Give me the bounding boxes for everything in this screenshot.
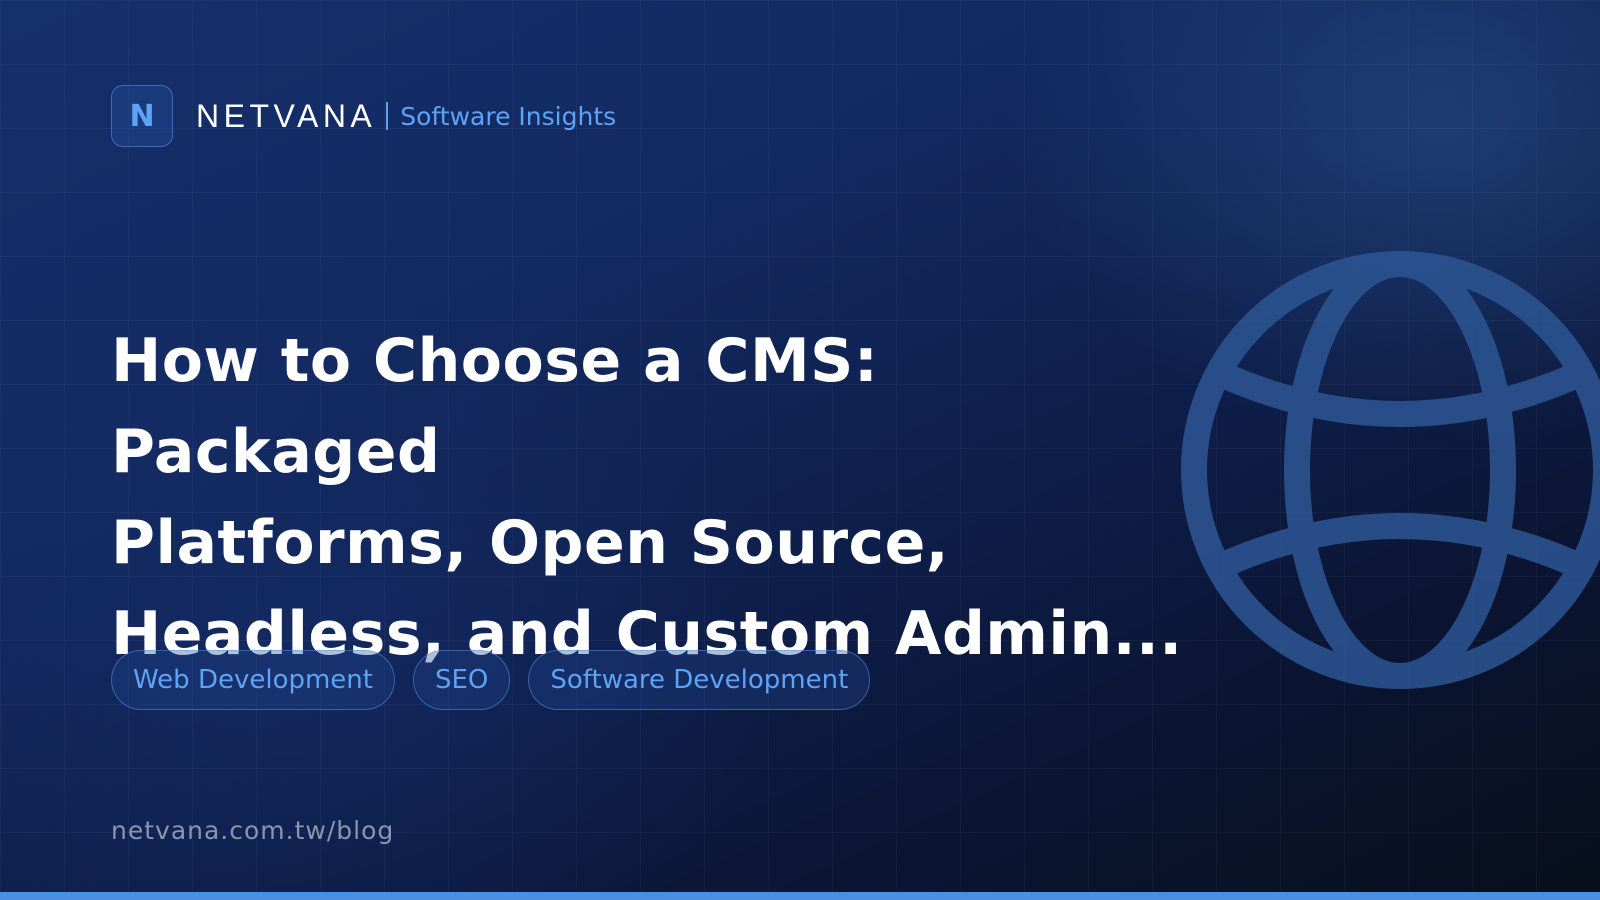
brand-separator xyxy=(386,102,389,130)
tag-list: Web Development SEO Software Development xyxy=(111,650,871,710)
bottom-accent-bar xyxy=(0,892,1600,900)
title-line-2: Platforms, Open Source, xyxy=(111,508,950,578)
blog-url[interactable]: netvana.com.tw/blog xyxy=(111,816,394,845)
tag-seo[interactable]: SEO xyxy=(412,650,511,710)
brand-header[interactable]: N NETVANA Software Insights xyxy=(111,85,616,147)
logo-badge: N xyxy=(111,85,173,147)
tag-web-development[interactable]: Web Development xyxy=(111,650,395,710)
brand-tagline: Software Insights xyxy=(400,101,617,131)
brand-name: NETVANA xyxy=(196,97,377,134)
article-title: How to Choose a CMS: Packaged Platforms,… xyxy=(111,316,1211,680)
globe-icon xyxy=(1181,251,1600,689)
tag-software-development[interactable]: Software Development xyxy=(528,650,871,710)
blog-cover-card: N NETVANA Software Insights How to Choos… xyxy=(0,0,1600,900)
title-line-1: How to Choose a CMS: Packaged xyxy=(111,326,879,487)
